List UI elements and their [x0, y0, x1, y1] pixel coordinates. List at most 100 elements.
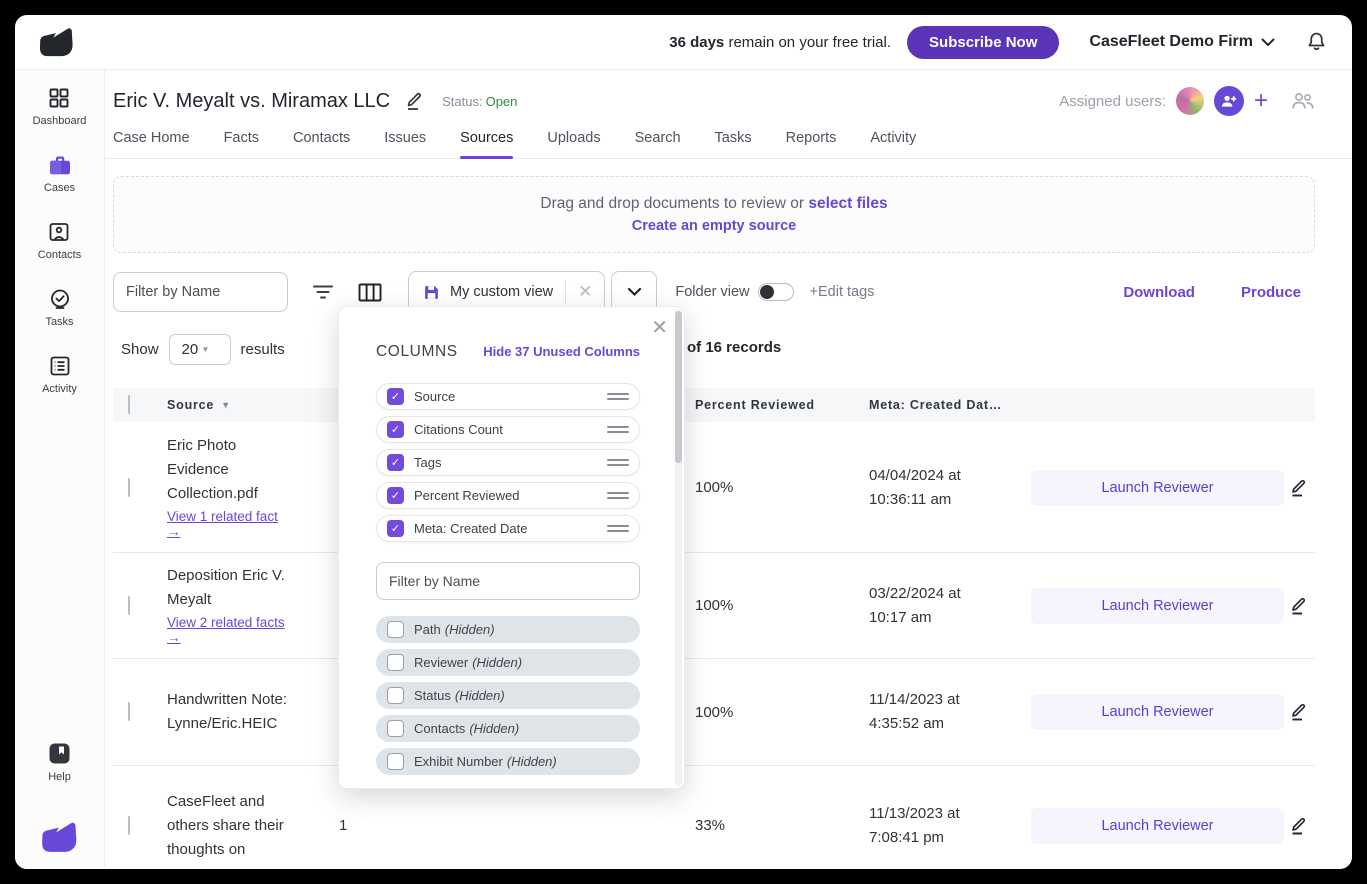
source-name[interactable]: CaseFleet and others share their thought…	[167, 790, 295, 862]
checked-checkbox[interactable]: ✓	[387, 520, 404, 537]
upload-dropzone[interactable]: Drag and drop documents to review or sel…	[113, 176, 1315, 253]
related-facts-link[interactable]: View 2 related facts →	[167, 615, 295, 645]
tab-search[interactable]: Search	[635, 130, 681, 158]
subscribe-now-button[interactable]: Subscribe Now	[907, 26, 1059, 59]
scrollbar-thumb[interactable]	[675, 311, 682, 463]
tab-case-home[interactable]: Case Home	[113, 130, 190, 158]
plus-icon[interactable]: +	[1254, 91, 1268, 111]
launch-reviewer-button[interactable]: Launch Reviewer	[1031, 808, 1284, 844]
tab-contacts[interactable]: Contacts	[293, 130, 350, 158]
source-name[interactable]: Eric Photo Evidence Collection.pdf	[167, 434, 295, 506]
sidebar-item-contacts[interactable]: Contacts	[38, 220, 81, 261]
drag-handle-icon[interactable]	[607, 456, 629, 469]
sidebar-label: Activity	[42, 383, 77, 395]
column-pill-exhibit-number[interactable]: Exhibit Number(Hidden)	[376, 748, 640, 775]
dashboard-icon	[47, 86, 71, 110]
checked-checkbox[interactable]: ✓	[387, 454, 404, 471]
edit-source-icon[interactable]	[1282, 595, 1315, 617]
column-pill-source[interactable]: ✓ Source	[376, 383, 640, 410]
hide-unused-columns-link[interactable]: Hide 37 Unused Columns	[483, 344, 640, 359]
assigned-users-label: Assigned users:	[1059, 93, 1166, 110]
select-files-link[interactable]: select files	[808, 195, 887, 212]
checked-checkbox[interactable]: ✓	[387, 487, 404, 504]
popup-title: COLUMNS	[376, 343, 458, 361]
produce-link[interactable]: Produce	[1241, 284, 1301, 301]
sidebar-item-cases[interactable]: Cases	[44, 153, 75, 194]
columns-icon[interactable]	[358, 283, 382, 302]
popup-filter-input[interactable]	[376, 562, 640, 600]
page-size-select[interactable]: 20▼	[169, 334, 231, 365]
popup-scrollbar[interactable]	[675, 309, 682, 786]
sidebar-item-dashboard[interactable]: Dashboard	[33, 86, 87, 127]
unchecked-checkbox[interactable]	[387, 720, 404, 737]
casefleet-logo-icon[interactable]	[36, 25, 78, 59]
select-all-checkbox[interactable]	[128, 395, 130, 414]
save-icon	[423, 284, 440, 301]
checked-checkbox[interactable]: ✓	[387, 421, 404, 438]
column-header-percent-reviewed[interactable]: Percent Reviewed	[687, 398, 861, 412]
edit-tags-link[interactable]: +Edit tags	[810, 284, 875, 300]
sources-main: Drag and drop documents to review or sel…	[105, 159, 1352, 869]
unchecked-checkbox[interactable]	[387, 654, 404, 671]
sidebar-item-activity[interactable]: Activity	[42, 354, 77, 395]
row-checkbox[interactable]	[128, 816, 130, 835]
folder-view-toggle[interactable]	[758, 283, 794, 301]
launch-reviewer-button[interactable]: Launch Reviewer	[1031, 588, 1284, 624]
edit-case-title-icon[interactable]	[404, 90, 426, 112]
filter-icon[interactable]	[312, 284, 334, 300]
edit-source-icon[interactable]	[1282, 477, 1315, 499]
row-checkbox[interactable]	[128, 702, 130, 721]
column-pill-status[interactable]: Status(Hidden)	[376, 682, 640, 709]
tab-facts[interactable]: Facts	[224, 130, 259, 158]
filter-by-name-input[interactable]	[113, 272, 288, 312]
sidebar-item-tasks[interactable]: Tasks	[45, 287, 73, 328]
case-status: Status:Open	[442, 94, 517, 109]
launch-reviewer-button[interactable]: Launch Reviewer	[1031, 470, 1284, 506]
column-pill-meta-created-date[interactable]: ✓ Meta: Created Date	[376, 515, 640, 542]
drag-handle-icon[interactable]	[607, 390, 629, 403]
clear-view-icon[interactable]: ✕	[578, 282, 592, 302]
column-pill-contacts[interactable]: Contacts(Hidden)	[376, 715, 640, 742]
related-facts-link[interactable]: View 1 related fact →	[167, 509, 295, 539]
drag-handle-icon[interactable]	[607, 489, 629, 502]
add-user-avatar-button[interactable]	[1214, 86, 1244, 116]
tab-activity[interactable]: Activity	[870, 130, 916, 158]
team-icon[interactable]	[1290, 91, 1316, 111]
column-pill-reviewer[interactable]: Reviewer(Hidden)	[376, 649, 640, 676]
drag-handle-icon[interactable]	[607, 522, 629, 535]
casefleet-logo-bottom-icon[interactable]	[38, 819, 82, 855]
percent-reviewed: 100%	[687, 597, 861, 614]
firm-menu[interactable]: CaseFleet Demo Firm	[1089, 33, 1275, 51]
column-header-source[interactable]: Source▼	[159, 398, 331, 412]
unchecked-checkbox[interactable]	[387, 687, 404, 704]
unchecked-checkbox[interactable]	[387, 753, 404, 770]
column-pill-citations-count[interactable]: ✓ Citations Count	[376, 416, 640, 443]
column-header-meta-created[interactable]: Meta: Created Dat…	[861, 398, 1031, 412]
column-pill-percent-reviewed[interactable]: ✓ Percent Reviewed	[376, 482, 640, 509]
tab-tasks[interactable]: Tasks	[715, 130, 752, 158]
user-avatar[interactable]	[1176, 87, 1204, 115]
drag-handle-icon[interactable]	[607, 423, 629, 436]
row-checkbox[interactable]	[128, 596, 130, 615]
source-name[interactable]: Deposition Eric V. Meyalt	[167, 564, 295, 612]
tab-uploads[interactable]: Uploads	[547, 130, 600, 158]
launch-reviewer-button[interactable]: Launch Reviewer	[1031, 694, 1284, 730]
close-icon[interactable]: ✕	[651, 315, 668, 340]
download-link[interactable]: Download	[1123, 284, 1195, 301]
row-checkbox[interactable]	[128, 478, 130, 497]
checked-checkbox[interactable]: ✓	[387, 388, 404, 405]
edit-source-icon[interactable]	[1282, 701, 1315, 723]
notifications-bell-icon[interactable]	[1305, 30, 1328, 54]
column-pill-path[interactable]: Path(Hidden)	[376, 616, 640, 643]
tab-reports[interactable]: Reports	[786, 130, 837, 158]
created-date: 04/04/2024 at10:36:11 am	[861, 464, 1031, 512]
source-name[interactable]: Handwritten Note: Lynne/Eric.HEIC	[167, 688, 295, 736]
tab-sources[interactable]: Sources	[460, 130, 513, 158]
column-pill-tags[interactable]: ✓ Tags	[376, 449, 640, 476]
create-empty-source-link[interactable]: Create an empty source	[632, 218, 796, 234]
created-date: 11/13/2023 at7:08:41 pm	[861, 802, 1031, 850]
sidebar-item-help[interactable]: Help	[47, 741, 72, 783]
tab-issues[interactable]: Issues	[384, 130, 426, 158]
edit-source-icon[interactable]	[1282, 815, 1315, 837]
unchecked-checkbox[interactable]	[387, 621, 404, 638]
